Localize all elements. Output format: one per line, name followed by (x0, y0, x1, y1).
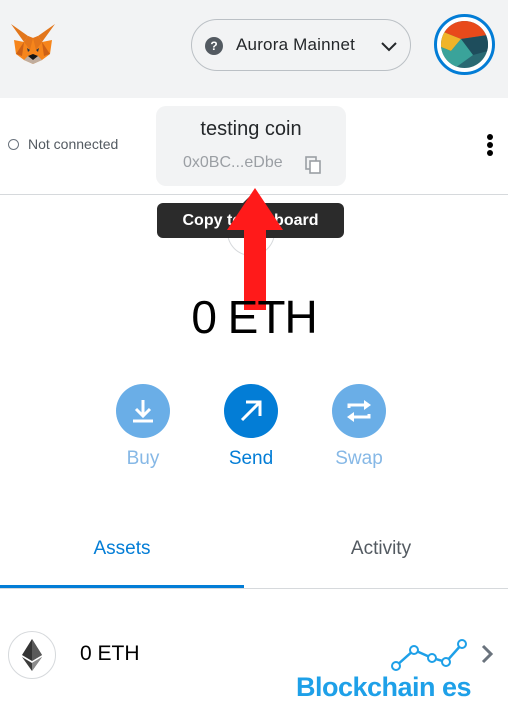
swap-button[interactable]: Swap (332, 384, 386, 469)
buy-circle (116, 384, 170, 438)
swap-label: Swap (335, 448, 383, 469)
download-icon (133, 400, 153, 423)
account-bar: Not connected testing coin 0x0BC...eDbe (0, 98, 508, 195)
buy-label: Buy (126, 448, 160, 469)
swap-circle (332, 384, 386, 438)
send-button[interactable]: Send (224, 384, 278, 469)
copy-icon[interactable] (305, 156, 321, 174)
asset-amount: 0 ETH (80, 642, 140, 665)
account-address: 0x0BC...eDbe (183, 154, 283, 171)
send-label: Send (228, 448, 274, 469)
tab-assets[interactable]: Assets (0, 520, 244, 588)
account-options-kebab-icon[interactable] (485, 134, 495, 160)
status-dot-icon (8, 138, 19, 150)
account-name: testing coin (200, 118, 302, 140)
selected-account[interactable]: testing coin 0x0BC...eDbe (156, 106, 346, 186)
watermark-text: Blockchain es (296, 672, 472, 702)
send-circle (224, 384, 278, 438)
account-menu-button[interactable] (434, 14, 495, 75)
network-help-icon: ? (205, 37, 223, 55)
app-header: ? Aurora Mainnet (0, 0, 508, 98)
tab-activity[interactable]: Activity (254, 520, 508, 588)
metamask-fox-icon[interactable] (8, 20, 58, 70)
watermark-logo: Blockchain es (296, 636, 496, 708)
swap-arrows-icon (347, 400, 371, 422)
buy-button[interactable]: Buy (116, 384, 170, 469)
balance-amount: 0 ETH (191, 291, 317, 343)
network-selector[interactable]: ? Aurora Mainnet (191, 19, 411, 71)
line-graph-icon (391, 639, 467, 671)
chevron-down-icon (381, 42, 397, 52)
ethereum-icon (22, 639, 42, 671)
connection-status-label: Not connected (28, 136, 119, 152)
asset-icon-container (8, 631, 56, 679)
connection-status[interactable]: Not connected (8, 136, 118, 152)
tab-bar: Assets Activity (0, 520, 508, 589)
arrow-up-right-icon (240, 400, 262, 422)
account-avatar (441, 21, 488, 68)
network-name: Aurora Mainnet (236, 35, 356, 54)
